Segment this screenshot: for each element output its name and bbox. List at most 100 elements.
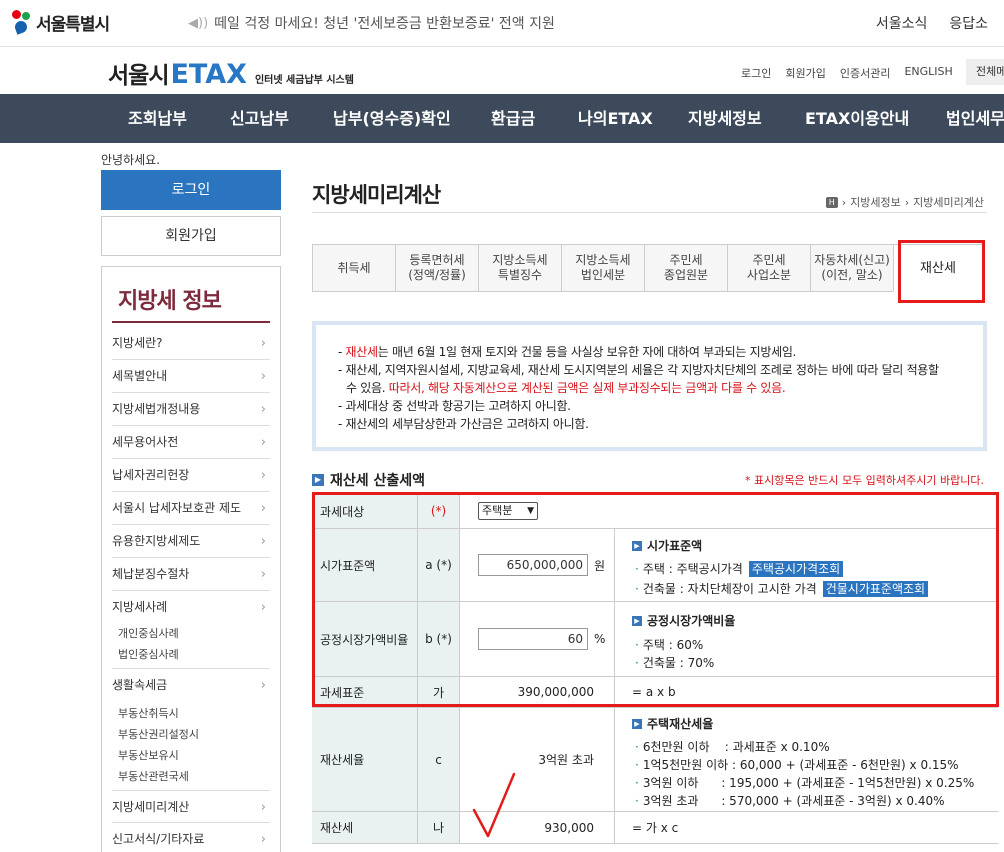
util-cert[interactable]: 인증서관리 (840, 65, 891, 81)
sidebar-item-charter[interactable]: 납세자권리헌장 › (112, 459, 270, 492)
breadcrumb-sep: › (904, 195, 910, 209)
breadcrumb: H › 지방세정보 › 지방세미리계산 (825, 194, 984, 210)
nav-my-etax[interactable]: 나의ETAX (578, 94, 653, 143)
sidebar-item-label: 지방세미리계산 (112, 800, 190, 814)
rate-line: · 1억5천만원 이하 : 60,000 + (과세표준 - 6천만원) x 0.… (635, 756, 959, 773)
sidebar-item-calc[interactable]: 지방세미리계산 › (112, 790, 270, 823)
tab-sublabel: (정액/정률) (408, 268, 466, 282)
seoul-logo[interactable]: 서울특별시 (10, 8, 110, 36)
arrow-right-icon: ▶ (632, 718, 642, 729)
nav-local-tax-info[interactable]: 지방세정보 (688, 94, 762, 143)
tab-income-corp[interactable]: 지방소득세 법인세분 (561, 244, 644, 292)
chevron-right-icon: › (260, 369, 266, 384)
info-line-4: - 과세대상 중 선박과 항공기는 고려하지 아니함. (338, 399, 571, 413)
top-bar: 서울특별시 ◀)) 떼일 걱정 마세요! 청년 '전세보증금 반환보증료' 전액… (0, 0, 1004, 46)
sidebar-item-cases[interactable]: 지방세사례 › (112, 591, 270, 624)
tab-label: 지방소득세 (492, 253, 548, 267)
chevron-right-icon: › (260, 501, 266, 516)
sidebar-item-what-is[interactable]: 지방세란? › (112, 327, 270, 360)
info-keyword: 재산세 (345, 345, 379, 359)
sidebar-item-by-tax[interactable]: 세목별안내 › (112, 360, 270, 393)
etax-logo-etax: ETAX (170, 59, 247, 90)
tab-label: 자동차세(신고) (814, 253, 890, 267)
tab-sublabel: (이전, 말소) (821, 268, 883, 282)
util-join[interactable]: 회원가입 (785, 65, 825, 81)
sidebar-item-label: 지방세법개정내용 (112, 402, 201, 416)
tab-label: 지방소득세 (575, 253, 631, 267)
chevron-right-icon: › (260, 336, 266, 351)
tab-vehicle[interactable]: 자동차세(신고) (이전, 말소) (810, 244, 893, 292)
bullet-icon: · (635, 794, 639, 808)
sidebar-sub-personal[interactable]: 개인중심사례 (118, 623, 179, 644)
breadcrumb-item[interactable]: 지방세정보 (850, 194, 901, 210)
row-property-tax: 재산세 나 930,000 = 가 x c (312, 812, 998, 844)
required-note: * 표시항목은 반드시 모두 입력하셔주시기 바랍니다. (745, 474, 984, 487)
title-divider (312, 212, 986, 213)
sidebar-item-label: 신고서식/기타자료 (112, 832, 205, 846)
nav-corp-tax[interactable]: 법인세무 (946, 94, 1004, 143)
util-login[interactable]: 로그인 (741, 65, 771, 81)
nav-inquiry-pay[interactable]: 조회납부 (128, 94, 187, 143)
sidebar-item-law-change[interactable]: 지방세법개정내용 › (112, 393, 270, 426)
tab-sublabel: 종업원분 (663, 268, 709, 282)
home-icon[interactable]: H (825, 196, 838, 208)
info-text: 는 매년 6월 1일 현재 토지와 건물 등을 사실상 보유한 자에 대하여 부… (377, 345, 797, 359)
sidebar-sub-national[interactable]: 부동산관련국세 (118, 766, 189, 787)
nav-etax-guide[interactable]: ETAX이용안내 (805, 94, 909, 143)
row-label: 재산세 (312, 812, 418, 843)
sidebar-sub-rights[interactable]: 부동산권리설정시 (118, 724, 199, 745)
info-text: 재산세, 지역자원시설세, 지방교육세, 재산세 도시지역분의 세율은 각 지방… (345, 363, 940, 377)
sidebar-item-label: 체납분징수절차 (112, 567, 190, 581)
sidebar-title: 지방세 정보 (118, 289, 222, 314)
seoul-logo-text: 서울특별시 (36, 14, 110, 35)
bullet-icon: · (635, 758, 639, 772)
tab-resident-employee[interactable]: 주민세 종업원분 (644, 244, 727, 292)
tab-registration[interactable]: 등록면허세 (정액/정률) (395, 244, 478, 292)
tax-tabs: 취득세 등록면허세 (정액/정률) 지방소득세 특별징수 지방소득세 법인세분 주민세… (312, 244, 983, 292)
table-highlight-box (312, 492, 999, 707)
notice-text: 떼일 걱정 마세요! 청년 '전세보증금 반환보증료' 전액 지원 (214, 16, 555, 32)
info-text: 재산세의 세부담상한과 가산금은 고려하지 아니함. (345, 417, 589, 431)
chevron-right-icon: › (260, 402, 266, 417)
login-button[interactable]: 로그인 (101, 170, 281, 210)
sidebar-item-useful[interactable]: 유용한지방세제도 › (112, 525, 270, 558)
chevron-right-icon: › (260, 567, 266, 582)
row-mark: 나 (418, 812, 460, 843)
tab-label: 취득세 (337, 260, 371, 275)
sidebar-item-label: 세목별안내 (112, 369, 168, 383)
info-warning: 따라서, 해당 자동계산으로 계산된 금액은 실제 부과징수되는 금액과 다를 … (388, 381, 786, 395)
nav-refund[interactable]: 환급금 (491, 94, 535, 143)
sidebar-sub-acquire[interactable]: 부동산취득시 (118, 703, 179, 724)
top-link-response[interactable]: 응답소 (949, 13, 988, 33)
tab-acquisition[interactable]: 취득세 (312, 244, 395, 292)
chevron-right-icon: › (260, 468, 266, 483)
sidebar-item-arrears[interactable]: 체납분징수절차 › (112, 558, 270, 591)
tab-income-special[interactable]: 지방소득세 특별징수 (478, 244, 561, 292)
etax-logo[interactable]: 서울시 ETAX 인터넷 세금납부 시스템 (108, 56, 354, 90)
nav-receipt[interactable]: 납부(영수증)확인 (333, 94, 451, 143)
sidebar-sub-corporate[interactable]: 법인중심사례 (118, 644, 179, 665)
tab-sublabel: 특별징수 (497, 268, 543, 282)
tab-sublabel: 법인세분 (580, 268, 626, 282)
top-link-news[interactable]: 서울소식 (876, 13, 928, 33)
sidebar-item-label: 서울시 납세자보호관 제도 (112, 501, 242, 515)
formula-text: = 가 x c (632, 821, 679, 835)
sidebar-menu: 지방세 정보 지방세란? › 세목별안내 › 지방세법개정내용 › 세무용어사전 › 납… (101, 266, 281, 852)
join-button[interactable]: 회원가입 (101, 216, 281, 256)
tab-resident-office[interactable]: 주민세 사업소분 (727, 244, 810, 292)
sidebar-item-life-tax[interactable]: 생활속세금 › (112, 668, 270, 701)
util-english[interactable]: ENGLISH (904, 65, 952, 81)
info-text: 수 있음. (346, 381, 389, 395)
sidebar-item-protector[interactable]: 서울시 납세자보호관 제도 › (112, 492, 270, 525)
sidebar-sub-holding[interactable]: 부동산보유시 (118, 745, 179, 766)
breadcrumb-current: 지방세미리계산 (913, 196, 984, 209)
nav-report-pay[interactable]: 신고납부 (230, 94, 289, 143)
all-menu-button[interactable]: 전체메 (966, 59, 1004, 85)
sidebar-item-glossary[interactable]: 세무용어사전 › (112, 426, 270, 459)
chevron-right-icon: › (260, 800, 266, 815)
sidebar-item-forms[interactable]: 신고서식/기타자료 › (112, 823, 270, 852)
info-box: - 재산세는 매년 6월 1일 현재 토지와 건물 등을 사실상 보유한 자에 … (312, 321, 987, 451)
info-line-3: 수 있음. 따라서, 해당 자동계산으로 계산된 금액은 실제 부과징수되는 금… (338, 379, 983, 397)
notice-banner[interactable]: ◀)) 떼일 걱정 마세요! 청년 '전세보증금 반환보증료' 전액 지원 (188, 13, 555, 33)
rate-line: · 3억원 초과 : 570,000 + (과세표준 - 3억원) x 0.40% (635, 792, 945, 809)
